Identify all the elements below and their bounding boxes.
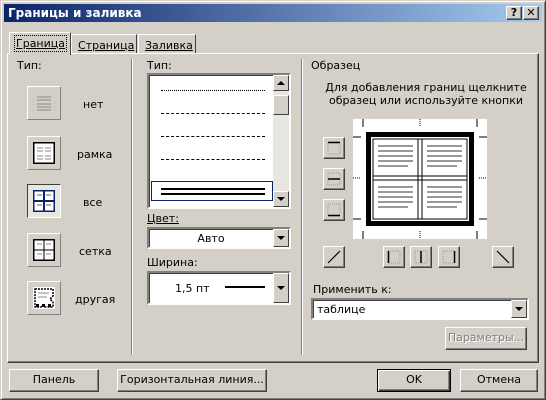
tab-shading-label: Заливка <box>145 39 193 52</box>
ok-button[interactable]: OK <box>377 369 451 392</box>
setting-all-label: все <box>83 196 103 209</box>
border-left-button[interactable] <box>383 246 405 268</box>
border-none-icon <box>33 92 55 114</box>
scroll-down-button[interactable] <box>273 191 289 207</box>
line-style-dotted[interactable] <box>161 90 265 91</box>
tab-page-label: Страница <box>78 39 135 52</box>
style-heading: Тип: <box>147 59 172 72</box>
setting-box-label: рамка <box>77 148 113 161</box>
scroll-thumb[interactable] <box>273 95 289 115</box>
arrow-down-icon <box>277 197 285 201</box>
setting-custom-label: другая <box>75 293 116 306</box>
tab-shading[interactable]: Заливка <box>138 34 196 54</box>
border-top-icon <box>327 141 341 155</box>
horizontal-line-button[interactable]: Горизонтальная линия... <box>117 369 267 392</box>
preview-hint: Для добавления границ щелкните образец и… <box>325 81 527 107</box>
chevron-down-icon <box>277 236 285 240</box>
help-button[interactable]: ? <box>506 6 522 20</box>
border-right-button[interactable] <box>438 246 460 268</box>
close-button[interactable]: ✕ <box>523 6 539 20</box>
setting-none-label: нет <box>83 98 104 111</box>
border-diagonal-up-button[interactable] <box>323 246 345 268</box>
width-dropdown-button[interactable] <box>273 273 289 303</box>
setting-all-box[interactable] <box>27 184 61 218</box>
border-top-button[interactable] <box>323 137 345 159</box>
preview-area[interactable] <box>353 119 487 239</box>
border-right-icon <box>442 250 456 264</box>
setting-heading: Тип: <box>17 59 42 72</box>
apply-to-combo[interactable]: таблице <box>311 298 529 320</box>
dialog-window: Границы и заливка ? ✕ Граница Страница З… <box>0 0 546 400</box>
color-value: Авто <box>197 232 225 245</box>
line-style-scrollbar[interactable] <box>273 75 289 207</box>
chevron-down-icon <box>515 307 523 311</box>
tab-border-label: Граница <box>13 35 68 52</box>
scroll-up-button[interactable] <box>273 75 289 91</box>
width-label: Ширина: <box>147 256 198 269</box>
panel-button[interactable]: Панель <box>9 369 99 392</box>
border-bottom-icon <box>327 203 341 217</box>
border-inside-horizontal-icon <box>327 172 341 186</box>
setting-box-box[interactable] <box>27 136 61 170</box>
border-box-icon <box>33 142 55 164</box>
line-style-dashed-short[interactable] <box>161 113 265 114</box>
line-style-list[interactable] <box>147 73 291 209</box>
border-inside-vertical-icon <box>414 250 428 264</box>
tab-page[interactable]: Страница <box>71 34 137 54</box>
border-bottom-button[interactable] <box>323 199 345 221</box>
color-dropdown-button[interactable] <box>273 229 289 247</box>
color-label: Цвет: <box>147 212 179 225</box>
apply-to-label: Применить к: <box>313 283 392 296</box>
diagonal-down-icon <box>496 250 510 264</box>
chevron-down-icon <box>277 286 285 290</box>
border-all-icon <box>33 190 55 212</box>
border-inside-vertical-button[interactable] <box>410 246 432 268</box>
window-title: Границы и заливка <box>8 6 142 20</box>
width-line-preview <box>225 286 265 288</box>
setting-none-box[interactable] <box>27 86 61 120</box>
apply-to-value: таблице <box>317 303 366 316</box>
line-style-dashed[interactable] <box>161 136 265 137</box>
table-preview <box>353 119 487 239</box>
title-bar[interactable]: Границы и заливка ? ✕ <box>4 4 542 22</box>
width-combo[interactable]: 1,5 пт <box>147 271 291 305</box>
setting-custom-box[interactable] <box>27 281 61 315</box>
line-style-double-item[interactable] <box>151 181 273 201</box>
border-grid-icon <box>33 239 55 261</box>
column-separator <box>301 59 303 355</box>
options-button[interactable]: Параметры... <box>445 327 527 350</box>
border-inside-horizontal-button[interactable] <box>323 168 345 190</box>
arrow-up-icon <box>277 81 285 85</box>
cancel-button[interactable]: Отмена <box>460 369 538 392</box>
width-value: 1,5 пт <box>175 282 210 295</box>
tab-border[interactable]: Граница <box>9 32 71 55</box>
border-left-icon <box>387 250 401 264</box>
column-separator <box>131 59 133 355</box>
setting-grid-box[interactable] <box>27 233 61 267</box>
diagonal-up-icon <box>327 250 341 264</box>
border-custom-icon <box>33 287 55 309</box>
preview-heading: Образец <box>311 59 361 72</box>
color-combo[interactable]: Авто <box>147 227 291 249</box>
border-diagonal-down-button[interactable] <box>492 246 514 268</box>
setting-grid-label: сетка <box>79 245 112 258</box>
line-style-dash-dot[interactable] <box>161 159 265 160</box>
apply-to-dropdown-button[interactable] <box>511 300 527 318</box>
